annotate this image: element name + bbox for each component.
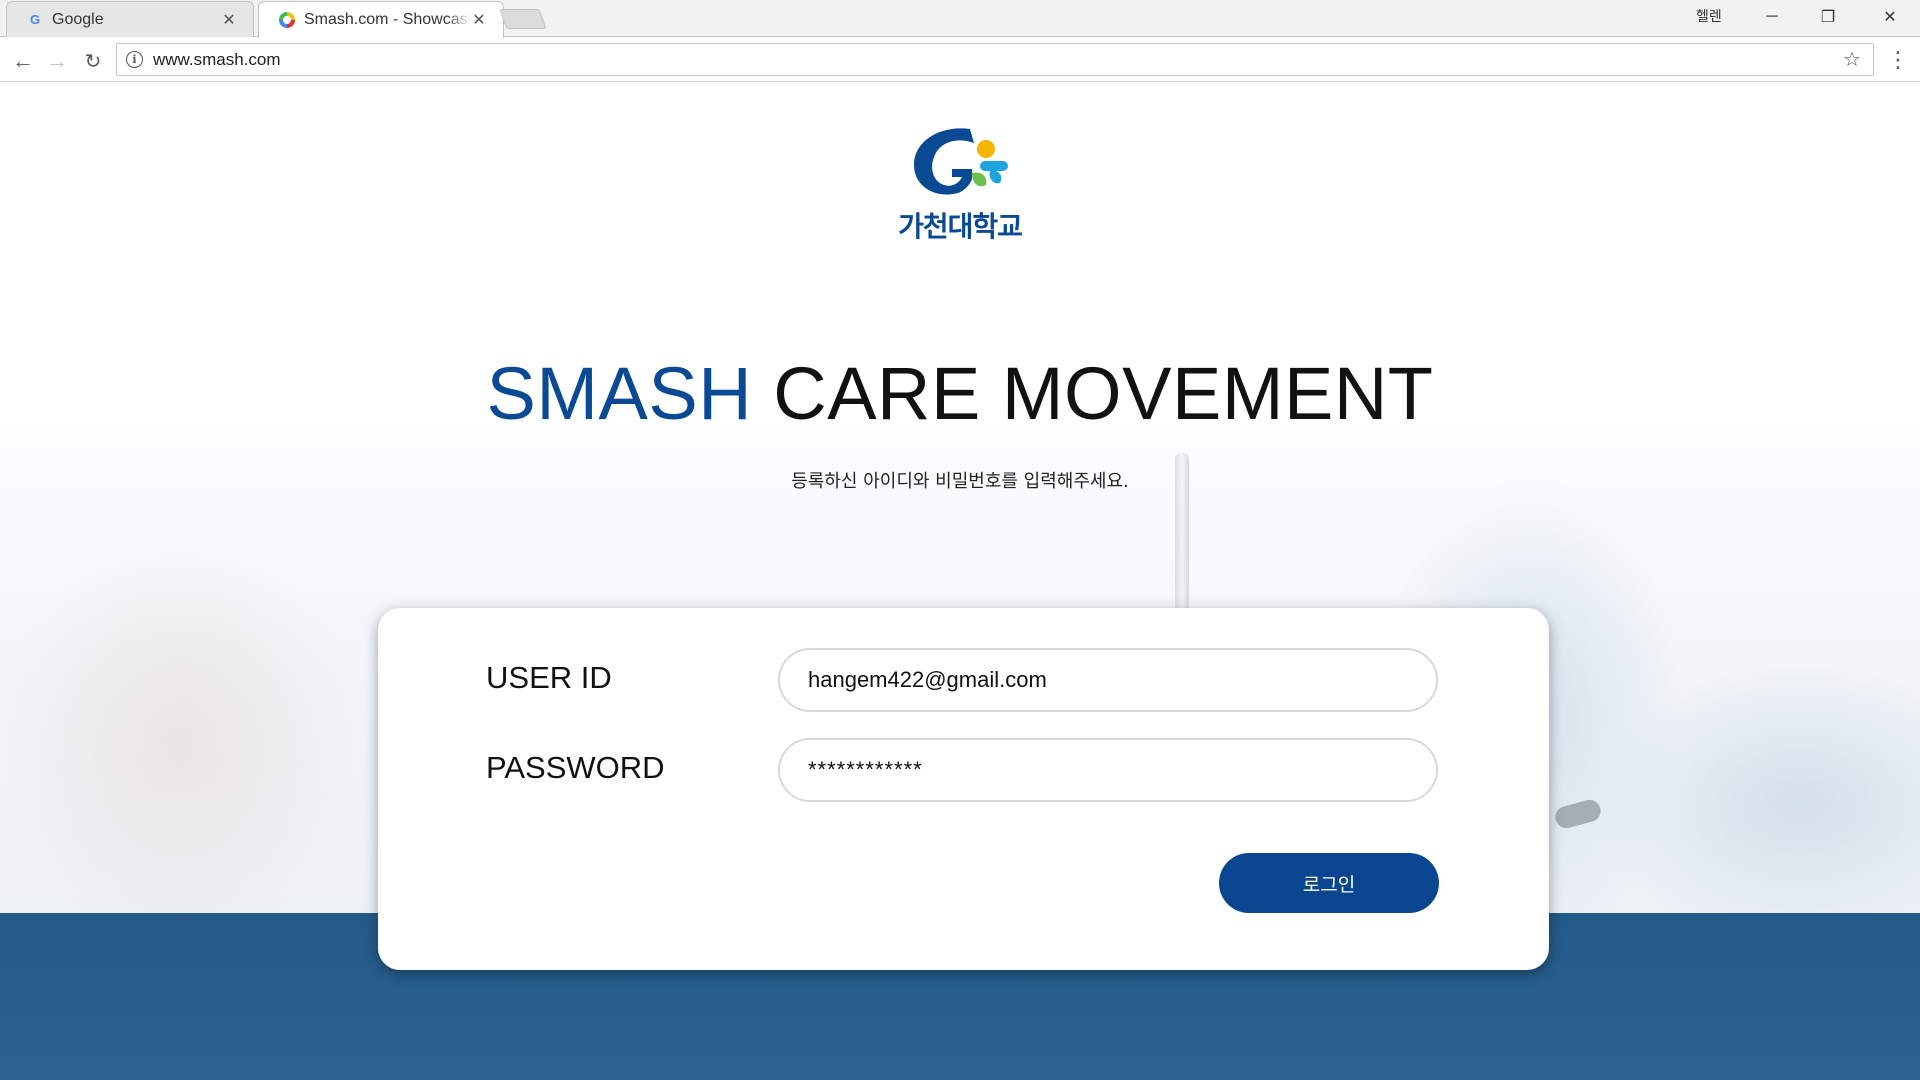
login-card: USER ID hangem422@gmail.com PASSWORD ***… — [378, 608, 1549, 970]
minimize-icon[interactable]: ─ — [1744, 0, 1800, 34]
user-id-label: USER ID — [486, 660, 612, 695]
title-accent: SMASH — [486, 352, 753, 435]
window-close-icon[interactable]: ✕ — [1862, 0, 1918, 34]
password-input[interactable]: ************ — [778, 738, 1438, 802]
close-icon[interactable]: ✕ — [221, 10, 237, 30]
title-rest: CARE MOVEMENT — [752, 352, 1434, 435]
back-arrow-icon[interactable]: ← — [8, 46, 38, 76]
user-id-input[interactable]: hangem422@gmail.com — [778, 648, 1438, 712]
tab-strip: G Google ✕ Smash.com - Showcasin ✕ 헬렌 ─ … — [0, 0, 1920, 38]
close-icon[interactable]: ✕ — [471, 10, 487, 30]
reload-icon[interactable]: ↻ — [78, 46, 108, 76]
tab-title: Google — [52, 10, 104, 28]
university-logo: 가천대학교 — [880, 123, 1040, 253]
logo-text: 가천대학교 — [898, 210, 1023, 243]
page-title: SMASH CARE MOVEMENT — [0, 351, 1920, 436]
new-tab-button[interactable] — [499, 9, 547, 29]
browser-toolbar: ← → ↻ i www.smash.com ☆ ⋮ — [0, 38, 1920, 82]
url-text[interactable]: www.smash.com — [153, 50, 1837, 70]
profile-label[interactable]: 헬렌 — [1696, 6, 1722, 26]
tab-smash[interactable]: Smash.com - Showcasin ✕ — [258, 1, 504, 38]
smash-favicon — [279, 12, 295, 28]
tab-google[interactable]: G Google ✕ — [6, 1, 254, 37]
restore-icon[interactable]: ❐ — [1800, 0, 1856, 34]
address-bar[interactable]: i www.smash.com ☆ — [116, 43, 1874, 76]
forward-arrow-icon[interactable]: → — [42, 46, 72, 76]
instruction-text: 등록하신 아이디와 비밀번호를 입력해주세요. — [791, 471, 1129, 492]
login-page: 가천대학교 SMASH CARE MOVEMENT 등록하신 아이디와 비밀번호… — [0, 83, 1920, 1080]
info-icon[interactable]: i — [126, 51, 143, 68]
bookmark-star-icon[interactable]: ☆ — [1837, 47, 1867, 72]
google-g-icon: G — [29, 12, 41, 27]
password-label: PASSWORD — [486, 750, 665, 785]
login-button[interactable]: 로그인 — [1219, 853, 1439, 913]
gachon-logo-icon — [914, 128, 1008, 195]
background-stethoscope — [1552, 797, 1604, 831]
tab-title: Smash.com - Showcasin — [304, 11, 471, 28]
kebab-menu-icon[interactable]: ⋮ — [1884, 46, 1912, 76]
